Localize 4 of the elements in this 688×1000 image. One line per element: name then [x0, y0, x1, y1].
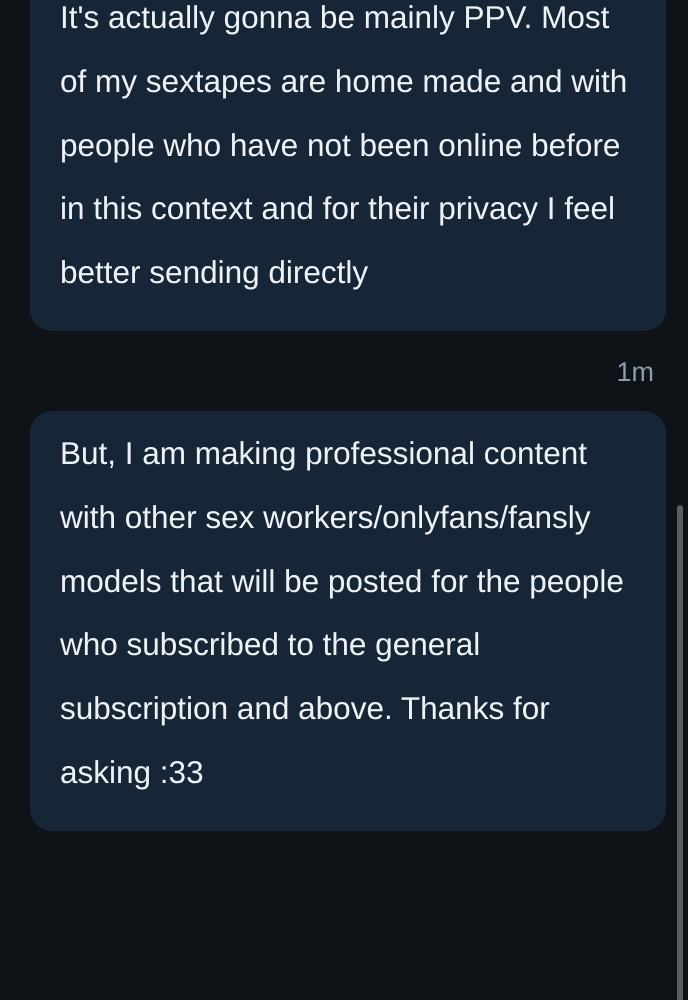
scrollbar[interactable] — [677, 505, 683, 1000]
message-text: It's actually gonna be mainly PPV. Most of my sextapes are home made and with people who have not been online before in this context and for their privacy I feel better sending directly — [60, 0, 628, 292]
message-text: But, I am making professional content with other sex workers/onlyfans/fansly models that will be posted for the people who subscribed to the general subscription and above. Thanks for asking :33 — [60, 434, 625, 792]
message-time: 1m — [616, 356, 654, 387]
